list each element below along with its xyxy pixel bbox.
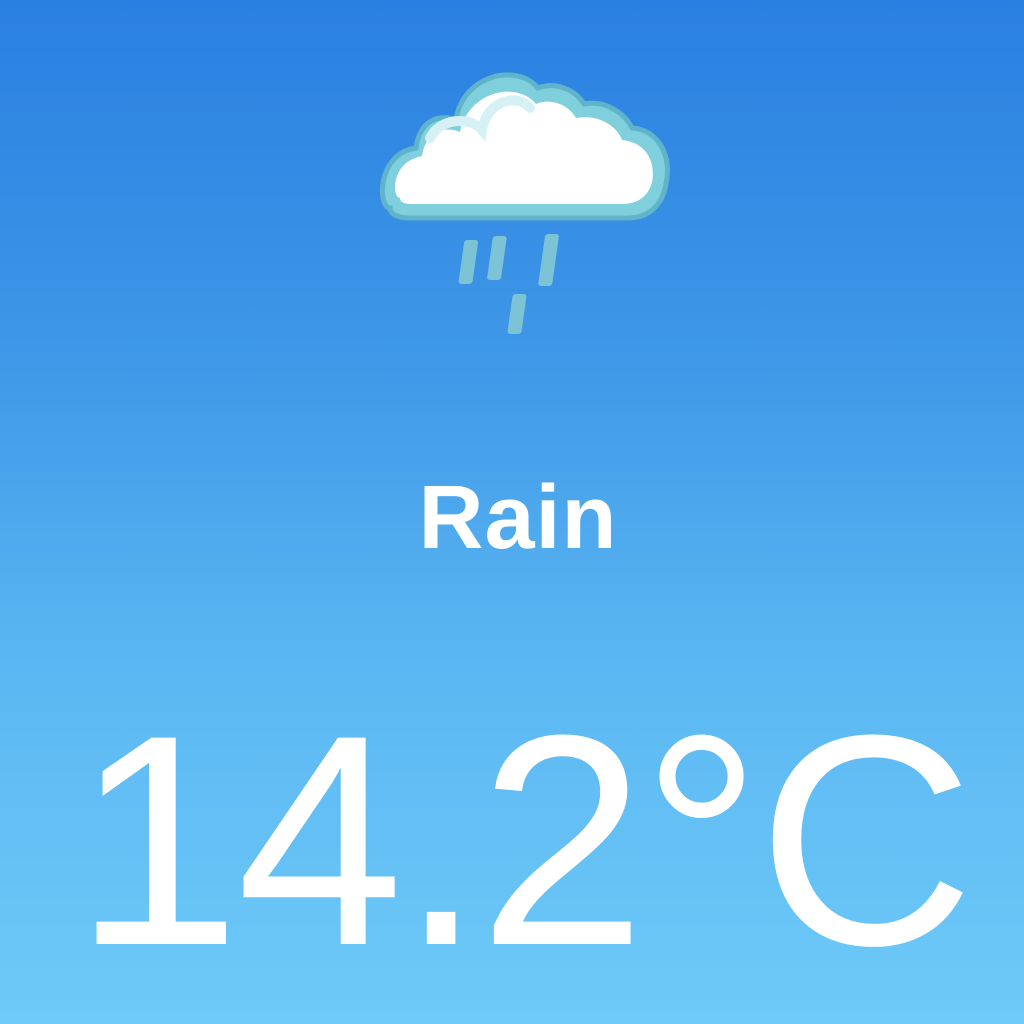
weather-widget: Rain 14.2°C (0, 0, 1024, 1024)
weather-condition-label: Rain (418, 468, 618, 568)
cloud-icon (379, 72, 670, 221)
rain-drops-icon (458, 234, 559, 334)
temperature-readout: 14.2°C (73, 672, 975, 1008)
rain-cloud-icon (370, 58, 680, 348)
